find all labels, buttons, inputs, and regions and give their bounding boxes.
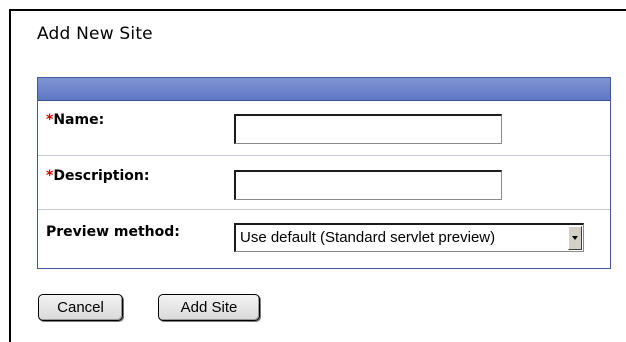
name-input[interactable] (234, 114, 502, 144)
add-site-form: *Name: *Description: Preview method: Use… (37, 77, 611, 269)
add-site-button[interactable]: Add Site (158, 294, 260, 321)
page-title: Add New Site (37, 24, 153, 44)
name-label-text: Name: (53, 112, 105, 128)
dropdown-arrow-icon[interactable] (568, 226, 582, 250)
name-label: *Name: (46, 112, 104, 128)
form-row-name: *Name: (38, 101, 610, 156)
form-row-preview-method: Preview method: Use default (Standard se… (38, 210, 610, 268)
description-input[interactable] (234, 170, 502, 200)
preview-method-select[interactable]: Use default (Standard servlet preview) (234, 223, 584, 252)
preview-method-selected-value: Use default (Standard servlet preview) (240, 229, 496, 246)
description-label-text: Description: (53, 168, 150, 184)
form-row-description: *Description: (38, 156, 610, 210)
description-label: *Description: (46, 168, 149, 184)
form-header-bar (38, 78, 610, 101)
cancel-button[interactable]: Cancel (38, 294, 123, 321)
preview-method-label: Preview method: (46, 224, 180, 240)
